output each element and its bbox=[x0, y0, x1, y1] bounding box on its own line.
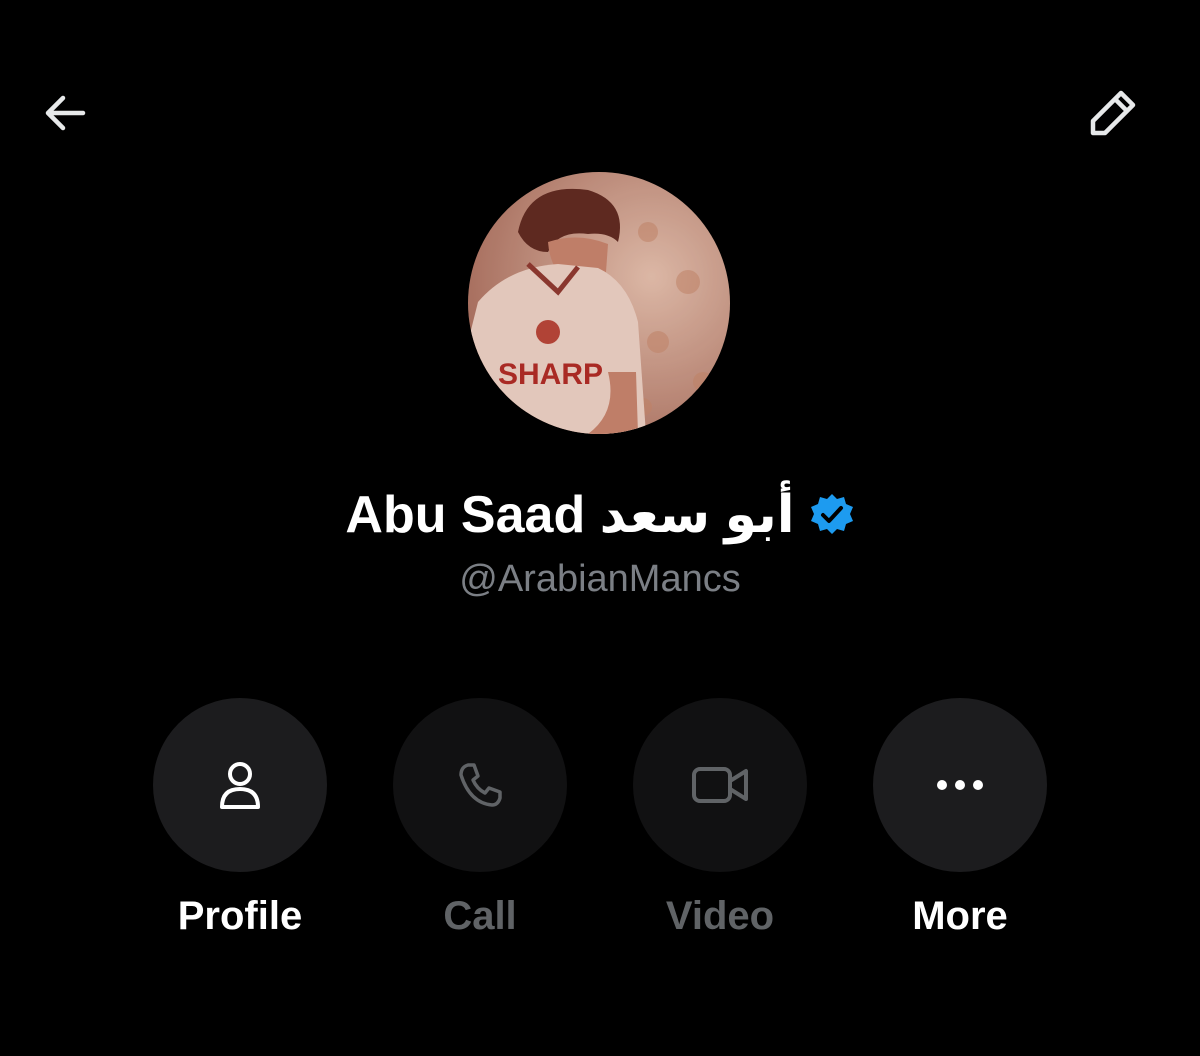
person-icon bbox=[220, 762, 260, 809]
more-button[interactable] bbox=[873, 698, 1047, 872]
edit-button[interactable] bbox=[1078, 78, 1148, 148]
video-action[interactable]: Video bbox=[632, 698, 808, 939]
action-bar: Profile Call Video More bbox=[152, 698, 1052, 958]
call-button[interactable] bbox=[393, 698, 567, 872]
top-bar bbox=[0, 0, 1200, 200]
avatar[interactable]: SHARP bbox=[468, 172, 730, 434]
back-button[interactable] bbox=[30, 78, 100, 148]
video-camera-icon bbox=[692, 767, 748, 803]
verified-badge-icon bbox=[810, 494, 853, 534]
call-action[interactable]: Call bbox=[392, 698, 568, 939]
more-dots-icon bbox=[937, 780, 983, 790]
arrow-left-icon bbox=[45, 95, 86, 131]
more-action[interactable]: More bbox=[872, 698, 1048, 939]
user-handle: @ArabianMancs bbox=[459, 558, 741, 600]
profile-label: Profile bbox=[177, 894, 303, 938]
more-label: More bbox=[912, 894, 1008, 938]
pencil-icon bbox=[1090, 90, 1136, 136]
profile-action[interactable]: Profile bbox=[152, 698, 328, 939]
call-label: Call bbox=[443, 894, 517, 938]
profile-button[interactable] bbox=[153, 698, 327, 872]
video-label: Video bbox=[665, 894, 775, 938]
video-button[interactable] bbox=[633, 698, 807, 872]
display-name: Abu Saad أبو سعد bbox=[345, 486, 795, 544]
phone-icon bbox=[459, 763, 502, 807]
name-row: Abu Saad أبو سعد bbox=[0, 480, 1200, 550]
